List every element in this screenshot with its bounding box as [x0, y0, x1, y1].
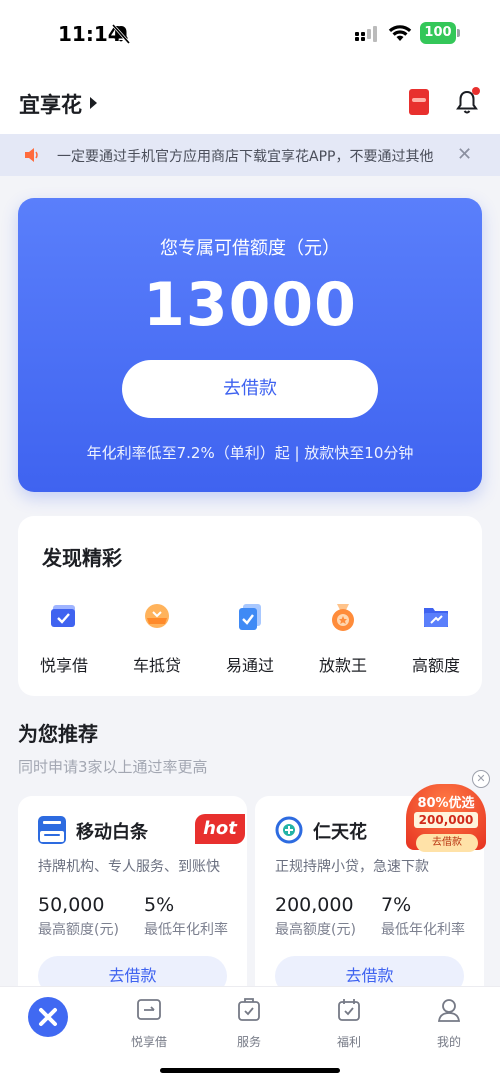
discover-item-label: 悦享借: [39, 656, 88, 675]
product-desc: 正规持牌小贷，急速下款: [275, 859, 429, 875]
discover-item-car-loan[interactable]: 车抵贷: [111, 602, 203, 676]
rentianhua-logo-icon: [275, 816, 303, 844]
discover-item-yuexiangjie[interactable]: 悦享借: [18, 602, 110, 676]
signal-icon: [355, 26, 377, 42]
battery-cap: [457, 29, 460, 37]
tab-label: 服务: [236, 1035, 261, 1049]
product-card[interactable]: 移动白条 hot 持牌机构、专人服务、到账快 50,000 5% 最高额度(元)…: [18, 796, 247, 1006]
discover-item-label: 车抵贷: [132, 656, 181, 675]
close-icon[interactable]: ✕: [472, 770, 490, 788]
max-amount-label: 最高额度(元): [275, 922, 356, 938]
caret-right-icon[interactable]: [90, 97, 97, 109]
close-icon[interactable]: ✕: [457, 144, 472, 165]
brand-title[interactable]: 宜享花: [19, 89, 82, 119]
home-indicator: [160, 1068, 340, 1073]
notification-bell-icon[interactable]: [455, 86, 481, 116]
service-icon: [238, 998, 260, 1021]
profile-icon: [437, 999, 461, 1022]
promo-amount: 200,000: [414, 812, 478, 828]
max-amount: 50,000: [38, 894, 105, 916]
battery-indicator: 100: [420, 22, 456, 44]
discover-section: 发现精彩 悦享借 车抵贷 易通过 放款王 高额度: [18, 516, 482, 696]
tab-label: 我的: [436, 1035, 461, 1049]
doc-check-icon: [239, 604, 261, 630]
notice-bar: 一定要通过手机官方应用商店下载宜享花APP，不要通过其他 ✕: [0, 134, 500, 176]
medal-icon: [332, 604, 354, 631]
folder-up-icon: [424, 608, 448, 627]
home-tab[interactable]: [28, 997, 68, 1037]
promo-floating-badge[interactable]: 80%优选 200,000 去借款 ✕: [402, 770, 492, 856]
tab-label: 福利: [336, 1035, 361, 1049]
discover-item-high-limit[interactable]: 高额度: [390, 602, 482, 676]
min-rate: 7%: [381, 894, 412, 916]
tab-yuexiangjie[interactable]: 悦享借: [109, 997, 189, 1050]
notice-text: 一定要通过手机官方应用商店下载宜享花APP，不要通过其他: [57, 149, 434, 165]
max-amount-label: 最高额度(元): [38, 922, 119, 938]
discover-item-label: 高额度: [411, 656, 460, 675]
borrow-button[interactable]: 去借款: [122, 360, 378, 418]
car-loan-icon: [145, 604, 169, 628]
loan-icon: [137, 999, 161, 1020]
credit-limit-label: 您专属可借额度（元）: [160, 238, 340, 259]
discover-title: 发现精彩: [42, 546, 122, 570]
product-name: 移动白条: [76, 822, 148, 843]
calendar-check-icon: [338, 999, 360, 1021]
credit-limit-card: 您专属可借额度（元） 13000 去借款 年化利率低至7.2%（单利）起 | 放…: [18, 198, 482, 492]
min-rate: 5%: [144, 894, 175, 916]
bell-off-icon: [112, 24, 130, 44]
hot-badge: hot: [195, 814, 245, 844]
tab-profile[interactable]: 我的: [409, 997, 489, 1050]
min-rate-label: 最低年化利率: [144, 922, 228, 938]
promo-borrow-button[interactable]: 去借款: [416, 834, 478, 852]
tab-welfare[interactable]: 福利: [309, 997, 389, 1050]
tab-service[interactable]: 服务: [209, 997, 289, 1050]
recommend-title: 为您推荐: [18, 722, 98, 746]
status-bar: 11:14 100: [0, 0, 500, 70]
product-desc: 持牌机构、专人服务、到账快: [38, 859, 220, 875]
product-name: 仁天花: [313, 822, 367, 843]
credit-limit-amount: 13000: [143, 270, 357, 340]
discover-item-label: 易通过: [225, 656, 274, 675]
yidong-baitiao-logo-icon: [38, 816, 66, 844]
home-logo-icon: [39, 1008, 57, 1026]
recommend-subtitle: 同时申请3家以上通过率更高: [18, 758, 208, 776]
discover-item-easy-pass[interactable]: 易通过: [204, 602, 296, 676]
red-packet-icon[interactable]: [409, 89, 429, 115]
wifi-icon: [388, 25, 412, 41]
card-check-icon: [51, 605, 75, 627]
discover-item-label: 放款王: [318, 656, 367, 675]
discover-item-loan-king[interactable]: 放款王: [297, 602, 389, 676]
min-rate-label: 最低年化利率: [381, 922, 465, 938]
tab-label: 悦享借: [130, 1035, 167, 1049]
promo-percent: 80%优选: [417, 796, 475, 811]
speaker-icon: [25, 148, 38, 162]
rate-note: 年化利率低至7.2%（单利）起 | 放款快至10分钟: [86, 444, 414, 462]
max-amount: 200,000: [275, 894, 354, 916]
app-header: 宜享花: [0, 70, 500, 134]
